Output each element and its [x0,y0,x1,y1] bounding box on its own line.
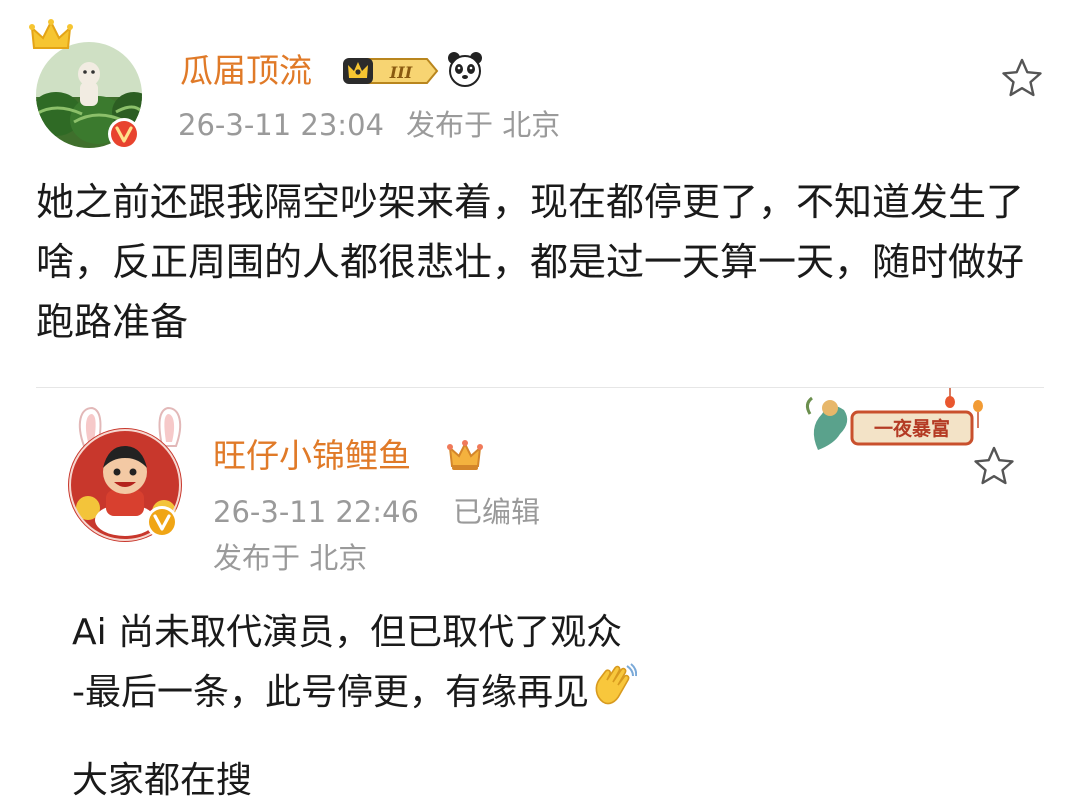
crown-icon [29,19,73,49]
waving-hand-icon [595,663,637,705]
post-content: Ai 尚未取代演员，但已取代了观众 -最后一条，此号停更，有缘再见 [72,604,1012,722]
username[interactable]: 瓜届顶流 [180,51,312,91]
post-meta: 26-3-11 22:46 已编辑 [213,493,540,531]
edited-label[interactable]: 已编辑 [453,495,540,529]
post-content-line: -最后一条，此号停更，有缘再见 [72,662,1012,722]
member-level: III [389,63,413,82]
member-badge-icon[interactable]: III [343,56,439,86]
post-location: 发布于 北京 [405,108,561,142]
panda-icon [448,52,482,87]
verified-icon [146,506,178,538]
post-time: 26-3-11 23:04 [178,108,384,142]
star-icon[interactable] [972,444,1016,488]
post-content: 她之前还跟我隔空吵架来着，现在都停更了，不知道发生了啥，反正周围的人都很悲壮，都… [36,180,1025,344]
star-icon[interactable] [1000,56,1044,100]
username[interactable]: 旺仔小锦鲤鱼 [213,436,411,476]
card-decoration: 一夜暴富 [805,388,983,450]
post-location: 发布于 北京 [213,541,368,575]
trending-search-label[interactable]: 大家都在搜 [72,752,252,810]
post-time: 26-3-11 22:46 [213,495,419,529]
verified-icon [108,118,140,150]
crown-icon[interactable] [446,436,484,474]
post-meta: 26-3-11 23:04 发布于 北京 [178,106,560,144]
post-content-line: Ai 尚未取代演员，但已取代了观众 [72,612,623,653]
decoration-label: 一夜暴富 [874,417,950,440]
